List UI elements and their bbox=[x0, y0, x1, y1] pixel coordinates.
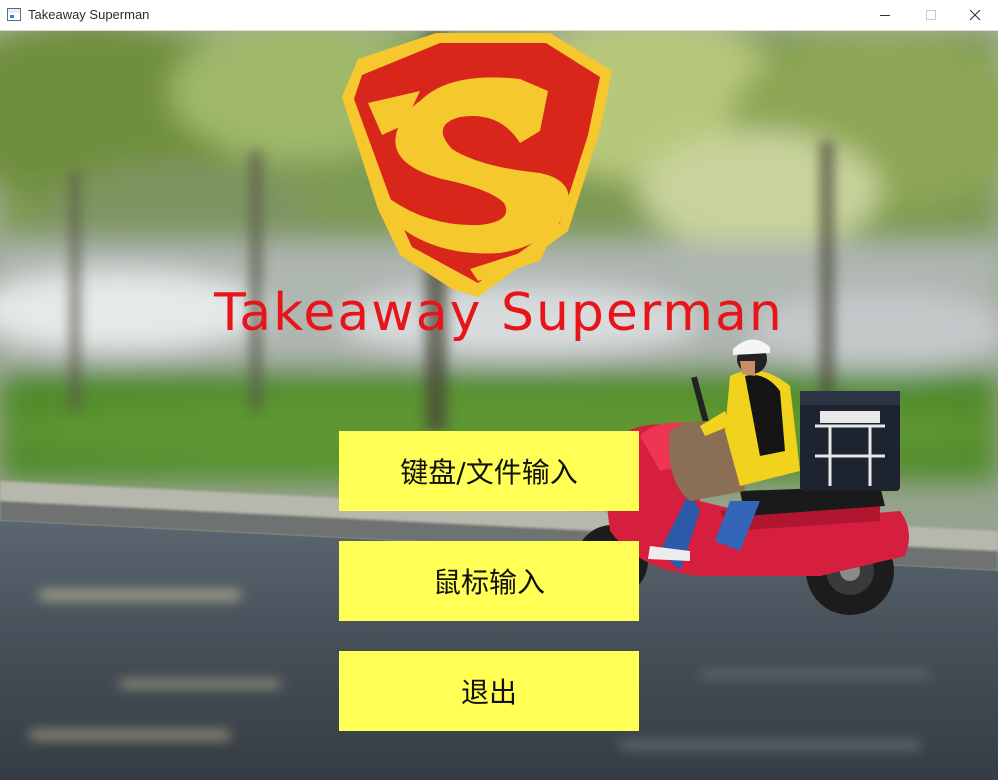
app-window: Takeaway Superman Takeaway Superman 键盘/文… bbox=[0, 0, 998, 780]
title-bar[interactable]: Takeaway Superman bbox=[0, 0, 998, 31]
window-title: Takeaway Superman bbox=[28, 7, 150, 22]
mouse-input-button[interactable]: 鼠标输入 bbox=[339, 541, 639, 621]
keyboard-file-input-button[interactable]: 键盘/文件输入 bbox=[339, 431, 639, 511]
app-title: Takeaway Superman bbox=[214, 283, 784, 343]
maximize-button[interactable] bbox=[908, 0, 954, 30]
maximize-icon bbox=[926, 10, 936, 20]
app-window-icon bbox=[7, 8, 21, 21]
close-button[interactable] bbox=[952, 0, 998, 30]
close-icon bbox=[969, 9, 981, 21]
exit-button[interactable]: 退出 bbox=[339, 651, 639, 731]
minimize-icon bbox=[880, 15, 890, 16]
minimize-button[interactable] bbox=[862, 0, 908, 30]
main-content: Takeaway Superman 键盘/文件输入 鼠标输入 退出 bbox=[0, 31, 998, 780]
